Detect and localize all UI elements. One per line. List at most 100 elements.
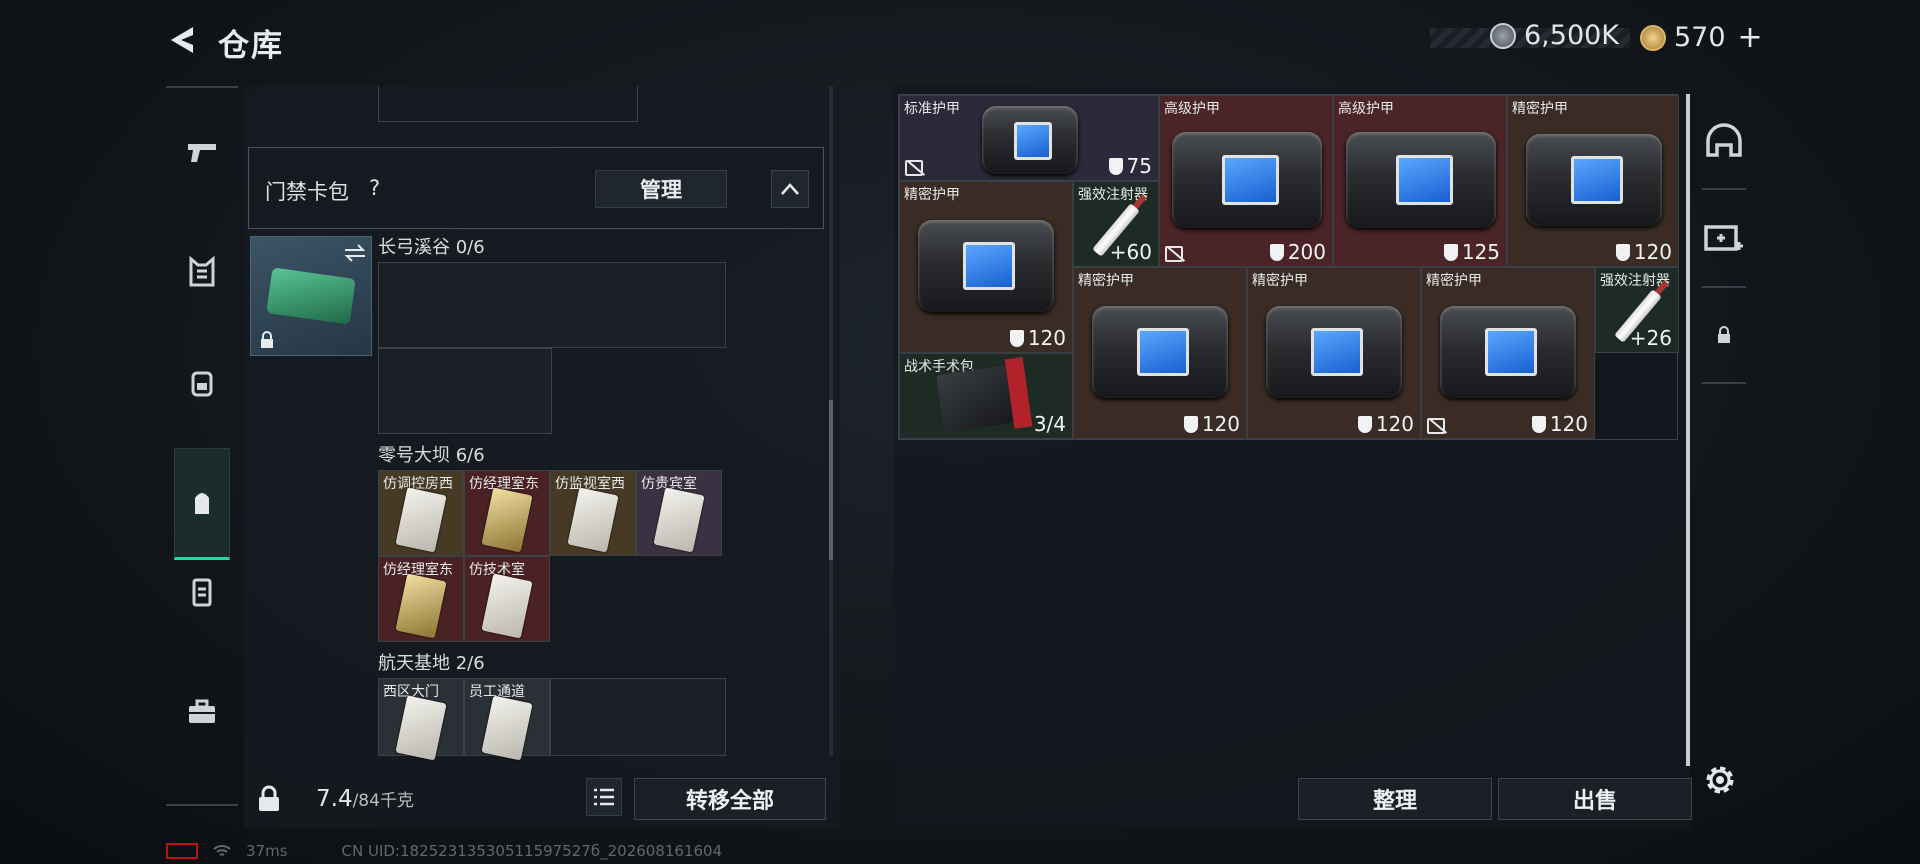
item-value: +26 <box>1629 326 1672 350</box>
gear-icon <box>1706 766 1734 794</box>
keycard-image <box>395 573 447 639</box>
keycard-item[interactable]: 仿调控房西 <box>378 470 464 556</box>
rail-weapons[interactable] <box>172 122 232 182</box>
uid-text: CN UID:18252313530511597527б_20260816160… <box>341 842 723 860</box>
stash-item[interactable]: 高级护甲 125 <box>1333 95 1507 267</box>
keycard-item[interactable]: 仿贵宾室 <box>636 470 722 556</box>
ticket-icon <box>1640 24 1666 51</box>
item-value-text: 120 <box>1549 412 1588 436</box>
section-name: 航天基地 <box>378 653 450 674</box>
empty-slot-row[interactable] <box>378 262 726 348</box>
lock-icon <box>261 331 273 348</box>
stash-item[interactable]: 精密护甲 120 <box>1073 267 1247 439</box>
empty-slot-row[interactable] <box>378 348 552 434</box>
rail-key-items[interactable] <box>174 448 230 560</box>
sort-button[interactable]: 整理 <box>1298 778 1492 820</box>
previous-grid <box>378 86 638 122</box>
shield-icon <box>1615 243 1630 261</box>
armor-image <box>1092 306 1228 398</box>
keycard-image <box>481 695 533 761</box>
item-value-text: 200 <box>1287 240 1326 264</box>
rail-locked-slot[interactable] <box>1696 300 1752 370</box>
stash-item[interactable]: 强效注射器 +60 <box>1073 181 1159 267</box>
back-button[interactable] <box>160 18 204 62</box>
page-title: 仓库 <box>218 28 284 64</box>
item-value: 120 <box>1357 412 1414 436</box>
wifi-icon <box>213 845 231 856</box>
stash-scrollbar[interactable] <box>1686 94 1690 766</box>
lock-toggle-button[interactable] <box>246 776 292 822</box>
keycard-image <box>481 573 533 639</box>
stash-item[interactable]: 标准护甲 75 <box>899 95 1159 181</box>
tickets-display[interactable]: 570 + <box>1640 20 1763 55</box>
armor-image <box>918 220 1054 312</box>
list-view-button[interactable] <box>586 778 622 816</box>
section-name: 零号大坝 <box>378 445 450 466</box>
shield-icon <box>1009 329 1024 347</box>
card-pack-item[interactable] <box>250 236 372 356</box>
add-tickets-icon[interactable]: + <box>1738 20 1763 55</box>
section-count: 6/6 <box>455 445 485 466</box>
pouch-icon <box>195 493 209 514</box>
armor-image <box>1172 132 1322 228</box>
item-value-text: 120 <box>1375 412 1414 436</box>
item-name: 精密护甲 <box>1252 273 1308 289</box>
collapse-button[interactable] <box>771 170 809 208</box>
stash-item[interactable]: 高级护甲 200 <box>1159 95 1333 267</box>
settings-button[interactable] <box>1702 762 1742 802</box>
coins-value: 6,500K <box>1524 20 1620 51</box>
no-insure-icon <box>1165 246 1183 262</box>
manage-button[interactable]: 管理 <box>595 170 727 208</box>
tickets-value: 570 <box>1674 22 1726 53</box>
transfer-all-button[interactable]: 转移全部 <box>634 778 826 820</box>
keycard-item[interactable]: 仿技术室 <box>464 556 550 642</box>
stash-item[interactable]: 强效注射器 +26 <box>1595 267 1679 353</box>
rail-case[interactable] <box>172 682 232 742</box>
weight-value: 7.4 <box>316 786 353 812</box>
rail-helmet[interactable] <box>1696 106 1752 176</box>
shield-icon <box>1269 243 1284 261</box>
item-value: +60 <box>1109 240 1152 264</box>
stash-item[interactable]: 精密护甲 120 <box>1421 267 1595 439</box>
item-value-text: 120 <box>1633 240 1672 264</box>
keycard-item[interactable]: 仿监视室西 <box>550 470 636 556</box>
back-arrow-icon <box>171 27 193 53</box>
no-insure-icon <box>1427 418 1445 434</box>
item-name: 高级护甲 <box>1164 101 1220 117</box>
keycard-image <box>395 487 447 553</box>
right-rail <box>1696 86 1752 386</box>
stash-item[interactable]: 精密护甲 120 <box>899 181 1073 353</box>
swap-icon[interactable] <box>343 243 367 263</box>
item-name: 精密护甲 <box>1426 273 1482 289</box>
rail-medical[interactable] <box>1696 202 1752 272</box>
stash-grid: 标准护甲 75 高级护甲 200 高级护甲 125 精密护甲 120 精密护甲 … <box>898 94 1679 440</box>
section-spacebase: 航天基地 2/6 <box>378 649 485 675</box>
empty-slot-row[interactable] <box>550 678 726 756</box>
rail-chest-rig[interactable] <box>172 562 232 622</box>
sell-button[interactable]: 出售 <box>1498 778 1692 820</box>
help-icon[interactable]: ? <box>369 176 380 200</box>
rail-armor[interactable] <box>172 242 232 302</box>
stash-item[interactable]: 战术手术包 3/4 <box>899 353 1073 439</box>
section-dam: 零号大坝 6/6 <box>378 441 485 467</box>
stash-item[interactable]: 精密护甲 120 <box>1247 267 1421 439</box>
stash-item[interactable]: 精密护甲 120 <box>1507 95 1679 267</box>
keycard-image <box>395 695 447 761</box>
item-name: 精密护甲 <box>1512 101 1568 117</box>
keycard-item[interactable]: 员工通道 <box>464 678 550 761</box>
shield-icon <box>1183 415 1198 433</box>
section-count: 0/6 <box>455 237 485 258</box>
backpack-icon <box>191 371 213 397</box>
item-name: 高级护甲 <box>1338 101 1394 117</box>
category-rail <box>166 86 238 806</box>
keycard-item[interactable]: 西区大门 <box>378 678 464 761</box>
medical-box-icon <box>1704 225 1743 251</box>
item-value-text: 125 <box>1461 240 1500 264</box>
rail-backpack[interactable] <box>172 352 232 412</box>
coins-display: 6,500K <box>1490 20 1619 51</box>
item-value: 120 <box>1009 326 1066 350</box>
left-scrollbar[interactable] <box>829 400 833 560</box>
keycard-item[interactable]: 仿经理室东 <box>464 470 550 556</box>
keycard-item[interactable]: 仿经理室东 <box>378 556 464 642</box>
item-value: 120 <box>1531 412 1588 436</box>
